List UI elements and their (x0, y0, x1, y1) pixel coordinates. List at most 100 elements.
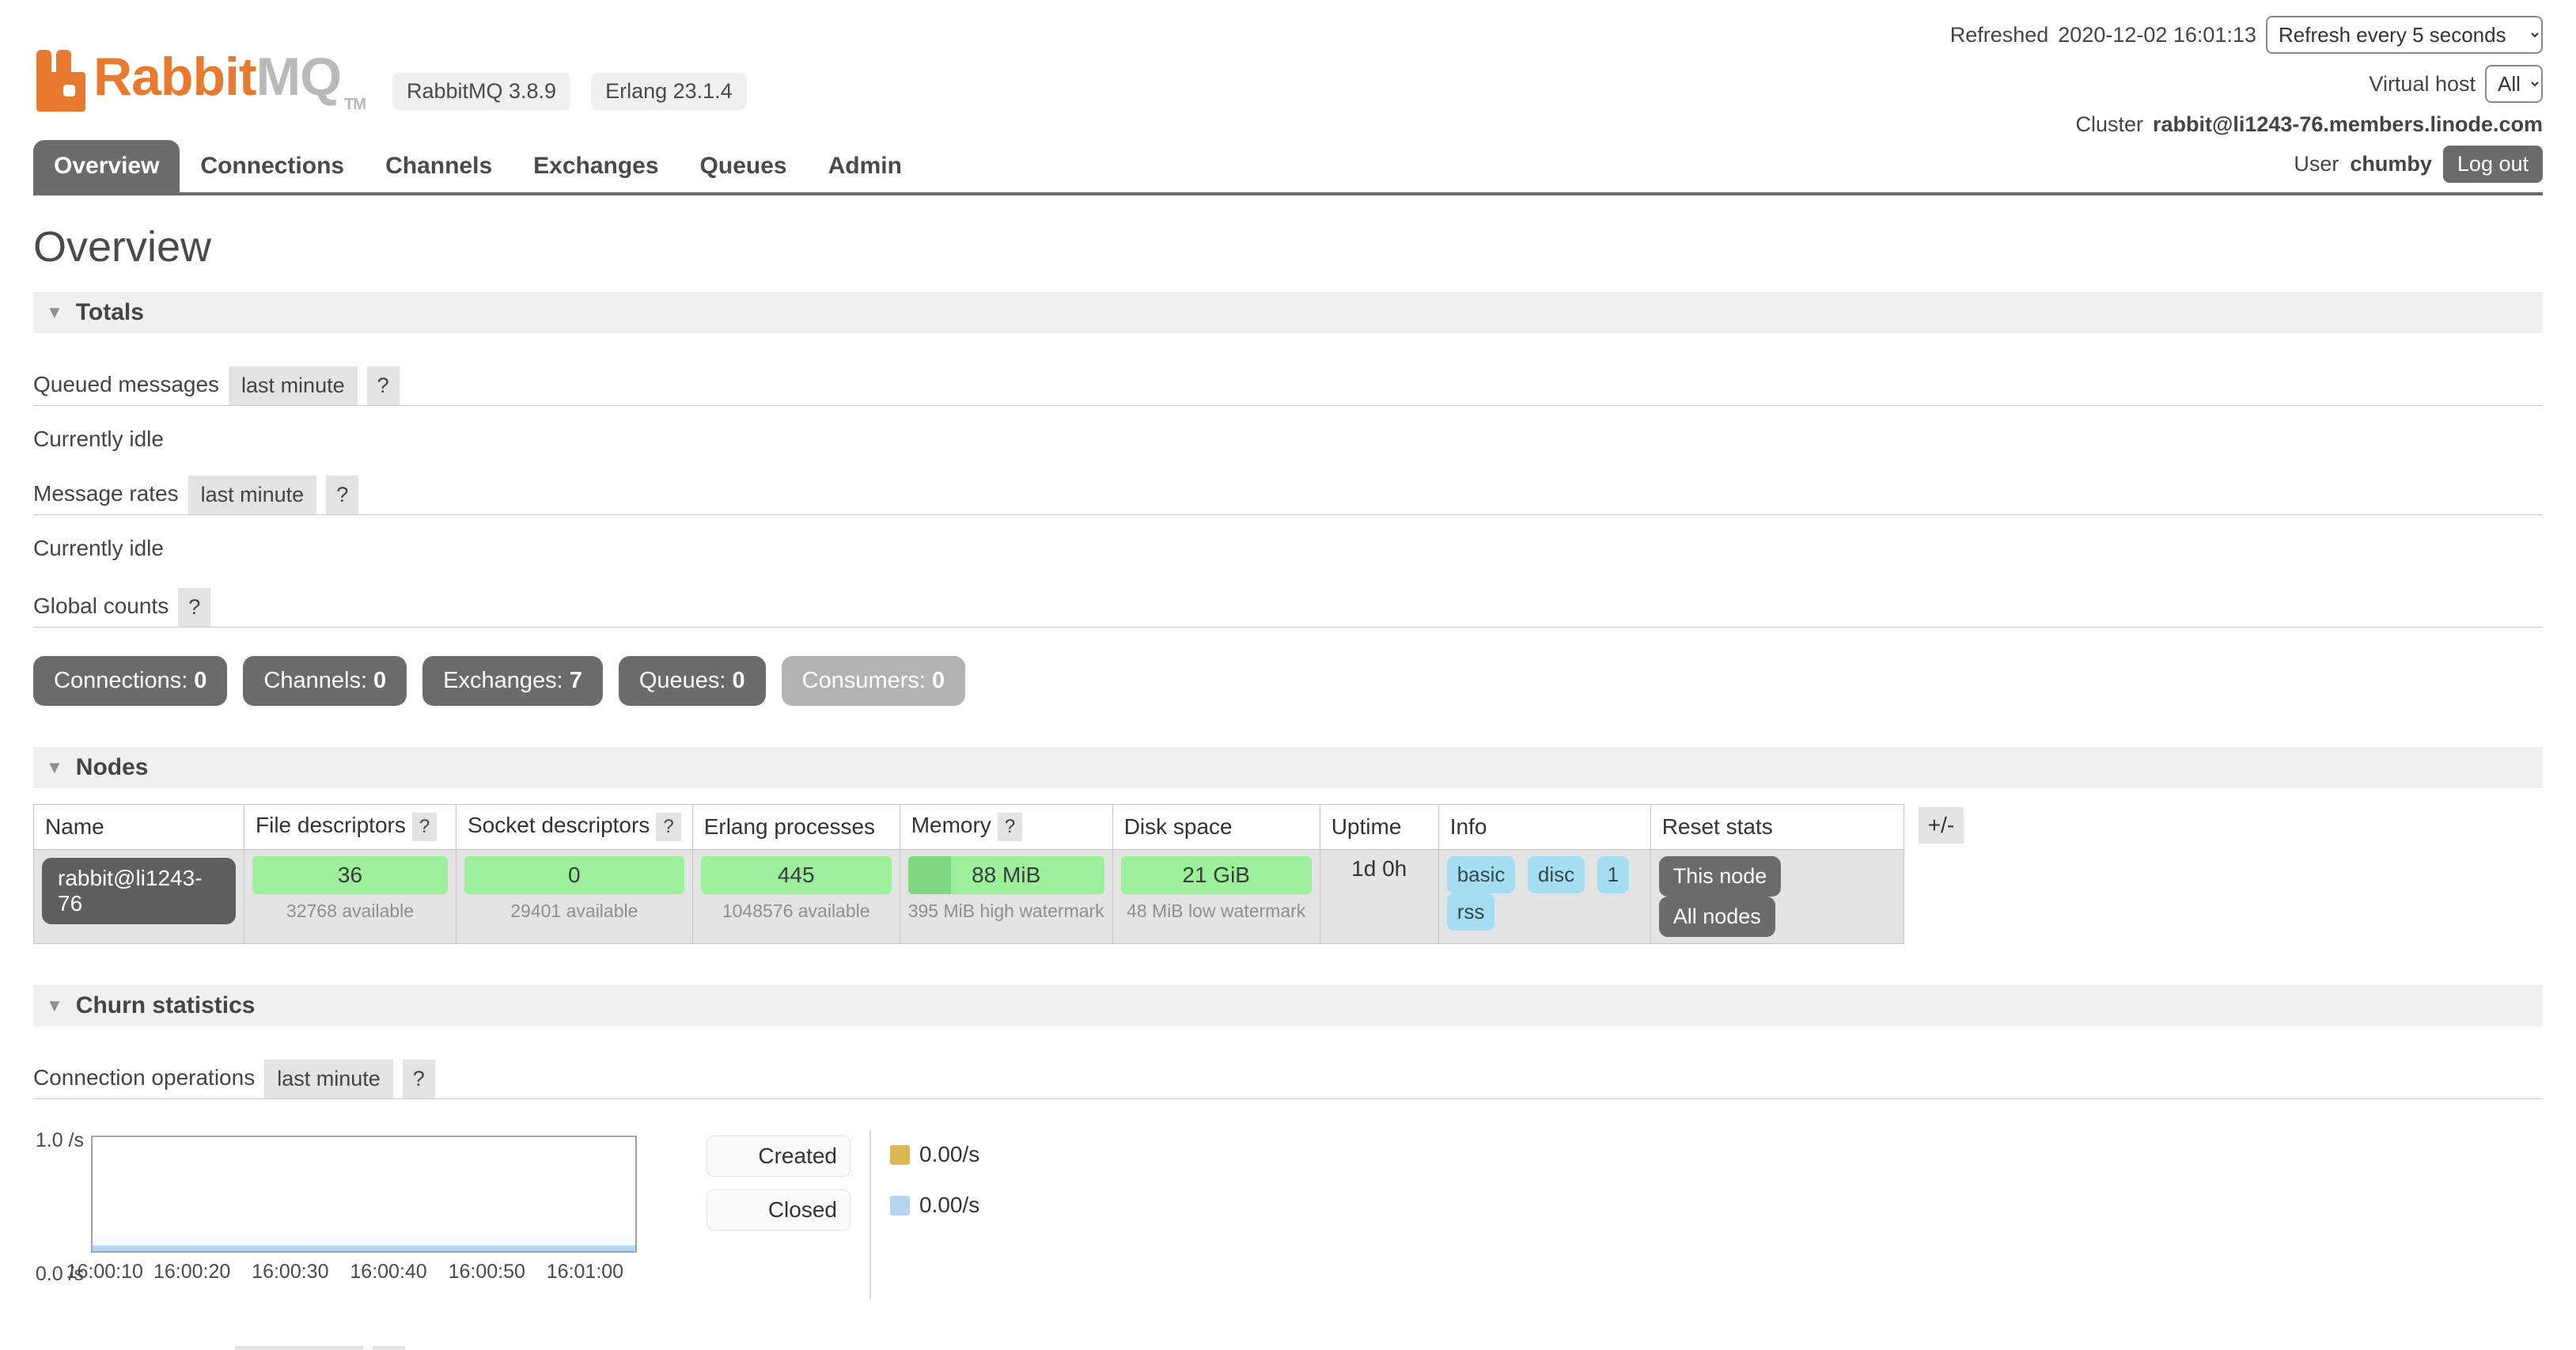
col-info: Info (1438, 805, 1650, 850)
nodes-table: Name File descriptors? Socket descriptor… (33, 804, 1904, 944)
rates-help-icon[interactable]: ? (326, 476, 358, 514)
exchanges-count-value: 7 (570, 668, 582, 693)
tab-channels[interactable]: Channels (365, 140, 513, 192)
legend-divider (869, 1131, 871, 1299)
channel-ops-last-minute-chip[interactable]: last minute (235, 1346, 364, 1350)
tab-admin[interactable]: Admin (808, 140, 922, 192)
x-tick: 16:00:30 (252, 1261, 328, 1284)
tab-overview[interactable]: Overview (33, 140, 180, 192)
socket-descriptors-bar: 0 (464, 856, 684, 894)
disk-space-watermark: 48 MiB low watermark (1121, 894, 1312, 922)
global-counts-label: Global counts (33, 593, 169, 627)
rabbitmq-version-badge: RabbitMQ 3.8.9 (392, 73, 570, 110)
erlang-processes-bar: 445 (701, 856, 892, 894)
info-badge-basic: basic (1447, 856, 1516, 893)
channels-count-button[interactable]: Channels:0 (243, 656, 407, 706)
cluster-label: Cluster (2075, 114, 2143, 135)
file-descriptors-bar: 36 (252, 856, 448, 894)
connections-count-button[interactable]: Connections:0 (33, 656, 227, 706)
connection-operations-label: Connection operations (33, 1065, 255, 1098)
memory-cell: 88 MiB 395 MiB high watermark (900, 850, 1112, 944)
reset-this-node-button[interactable]: This node (1659, 856, 1782, 897)
main-nav-tabs: Overview Connections Channels Exchanges … (33, 140, 2543, 195)
tab-connections[interactable]: Connections (180, 140, 365, 192)
closed-rate-row: 0.00/s (890, 1186, 979, 1224)
tab-exchanges[interactable]: Exchanges (513, 140, 679, 192)
logo-text-mq: MQ (256, 47, 342, 107)
queued-help-icon[interactable]: ? (367, 366, 400, 405)
consumers-count-value: 0 (932, 668, 945, 693)
user-area: User chumby Log out (2294, 146, 2543, 192)
node-name-badge[interactable]: rabbit@li1243-76 (42, 858, 236, 924)
connection-ops-plot: 1.0 /s 0.0 /s 16:00:10 16:00:20 16:00:30… (33, 1136, 637, 1299)
tab-queues[interactable]: Queues (680, 140, 808, 192)
disk-space-cell: 21 GiB 48 MiB low watermark (1112, 850, 1320, 944)
memory-help-icon[interactable]: ? (998, 813, 1022, 841)
column-toggle-button[interactable]: +/- (1919, 807, 1964, 844)
disk-space-bar: 21 GiB (1121, 856, 1312, 894)
connection-ops-last-minute-chip[interactable]: last minute (264, 1060, 393, 1098)
info-badge-rss: rss (1447, 893, 1495, 931)
exchanges-count-button[interactable]: Exchanges:7 (422, 656, 603, 706)
col-file-descriptors: File descriptors? (244, 805, 456, 850)
erlang-processes-cell: 445 1048576 available (692, 850, 900, 944)
connections-count-label: Connections: (54, 668, 188, 693)
cluster-name: rabbit@li1243-76.members.linode.com (2153, 114, 2543, 135)
rates-idle-text: Currently idle (33, 536, 2543, 561)
connection-ops-help-icon[interactable]: ? (403, 1060, 435, 1098)
version-badges: RabbitMQ 3.8.9 Erlang 23.1.4 (392, 73, 747, 110)
totals-section-title: Totals (76, 299, 144, 326)
refresh-interval-select[interactable]: Refresh every 5 seconds (2266, 16, 2543, 54)
y-axis-max-label: 1.0 /s (33, 1129, 84, 1152)
global-counts-help-icon[interactable]: ? (178, 588, 210, 627)
info-badge-1: 1 (1597, 856, 1629, 893)
refreshed-label: Refreshed (1950, 25, 2049, 46)
rates-last-minute-chip[interactable]: last minute (188, 476, 317, 514)
legend-created-button[interactable]: Created (707, 1136, 850, 1177)
col-socket-descriptors: Socket descriptors? (456, 805, 693, 850)
channels-count-label: Channels: (263, 668, 367, 693)
socket-descriptors-cell: 0 29401 available (456, 850, 693, 944)
node-row: rabbit@li1243-76 36 32768 available 0 29… (34, 850, 1904, 944)
file-descriptors-help-icon[interactable]: ? (412, 813, 437, 841)
rabbitmq-logo[interactable]: RabbitMQTM RabbitMQ 3.8.9 Erlang 23.1.4 (33, 24, 747, 135)
global-counts-buttons: Connections:0 Channels:0 Exchanges:7 Que… (33, 656, 2543, 706)
collapse-triangle-icon: ▼ (46, 995, 63, 1016)
virtual-host-line: Virtual host All (1950, 65, 2543, 103)
churn-section-header[interactable]: ▼ Churn statistics (33, 985, 2543, 1026)
totals-section-header[interactable]: ▼ Totals (33, 292, 2543, 333)
nodes-section-header[interactable]: ▼ Nodes (33, 747, 2543, 788)
nodes-header-row: Name File descriptors? Socket descriptor… (34, 805, 1904, 850)
logout-button[interactable]: Log out (2443, 146, 2543, 183)
col-erlang-processes: Erlang processes (692, 805, 900, 850)
connection-ops-plot-area (91, 1136, 637, 1253)
consumers-count-label: Consumers: (802, 668, 926, 693)
file-descriptors-cell: 36 32768 available (244, 850, 456, 944)
virtual-host-select[interactable]: All (2485, 65, 2543, 103)
top-bar: RabbitMQTM RabbitMQ 3.8.9 Erlang 23.1.4 … (0, 0, 2576, 135)
reset-stats-cell: This node All nodes (1650, 850, 1904, 944)
refreshed-timestamp: 2020-12-02 16:01:13 (2058, 25, 2256, 46)
nodes-section-title: Nodes (76, 754, 149, 781)
closed-swatch-icon (890, 1196, 910, 1215)
reset-all-nodes-button[interactable]: All nodes (1659, 897, 1775, 937)
created-swatch-icon (890, 1145, 910, 1165)
logo-tm-mark: TM (344, 96, 366, 113)
x-tick: 16:00:50 (449, 1261, 525, 1284)
virtual-host-label: Virtual host (2369, 74, 2476, 95)
socket-descriptors-help-icon[interactable]: ? (656, 813, 680, 841)
uptime-cell: 1d 0h (1320, 850, 1438, 944)
channels-count-value: 0 (373, 668, 386, 693)
channel-ops-help-icon[interactable]: ? (373, 1346, 405, 1350)
legend-closed-button[interactable]: Closed (707, 1189, 850, 1231)
message-rates-row: Message rates last minute ? (33, 476, 2543, 515)
collapse-triangle-icon: ▼ (46, 302, 63, 323)
x-tick: 16:00:20 (153, 1261, 230, 1284)
global-counts-row: Global counts ? (33, 588, 2543, 628)
channel-operations-row: Channel operations last minute ? (33, 1346, 2543, 1350)
col-name: Name (34, 805, 244, 850)
consumers-count-button[interactable]: Consumers:0 (782, 656, 965, 706)
connection-operations-row: Connection operations last minute ? (33, 1060, 2543, 1099)
queued-last-minute-chip[interactable]: last minute (229, 366, 358, 405)
queues-count-button[interactable]: Queues:0 (619, 656, 766, 706)
